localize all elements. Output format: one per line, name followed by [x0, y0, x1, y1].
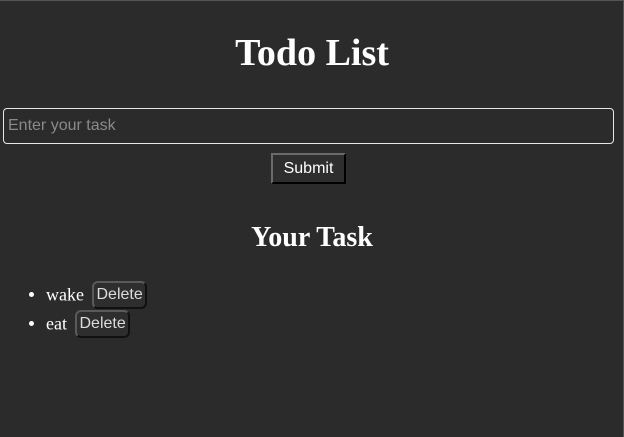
delete-button[interactable]: Delete: [92, 280, 147, 309]
task-list-heading: Your Task: [251, 222, 373, 253]
task-item: wake Delete: [46, 279, 147, 309]
task-item: eat Delete: [46, 308, 147, 338]
task-list: wake Delete eat Delete: [0, 279, 147, 338]
task-input[interactable]: [3, 108, 614, 144]
page-title: Todo List: [235, 32, 389, 74]
task-text: eat: [46, 313, 67, 334]
task-text: wake: [46, 284, 84, 305]
submit-button[interactable]: Submit: [271, 153, 346, 184]
delete-button[interactable]: Delete: [75, 309, 130, 338]
